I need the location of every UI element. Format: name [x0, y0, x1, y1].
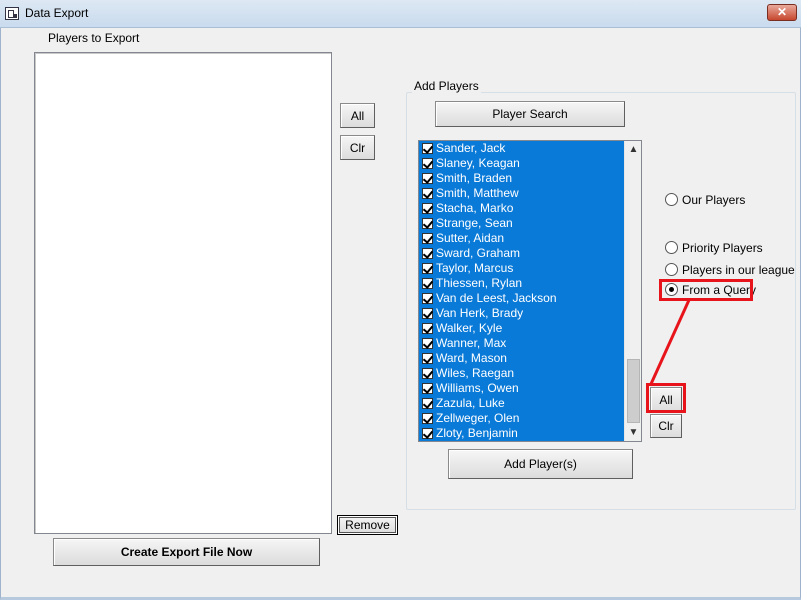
window-title: Data Export: [25, 6, 89, 20]
players-in-league-label: Players in our league: [682, 263, 795, 277]
all-left-button[interactable]: All: [340, 103, 375, 128]
player-search-button[interactable]: Player Search: [435, 101, 625, 127]
player-list-item[interactable]: Taylor, Marcus: [419, 261, 624, 276]
checkbox-checked-icon[interactable]: [422, 143, 433, 154]
checkbox-checked-icon[interactable]: [422, 428, 433, 439]
players-checklist-items: Sander, Jack Slaney, Keagan Smith, Braden S…: [419, 141, 624, 441]
title-bar: Data Export ✕: [0, 0, 801, 28]
player-name: Slaney, Keagan: [436, 156, 520, 170]
player-list-item[interactable]: Strange, Sean: [419, 216, 624, 231]
player-list-item[interactable]: Smith, Matthew: [419, 186, 624, 201]
player-name: Zloty, Benjamin: [436, 426, 518, 440]
player-name: Ward, Mason: [436, 351, 507, 365]
checkbox-checked-icon[interactable]: [422, 323, 433, 334]
checkbox-checked-icon[interactable]: [422, 338, 433, 349]
checkbox-checked-icon[interactable]: [422, 248, 433, 259]
player-name: Strange, Sean: [436, 216, 513, 230]
player-name: Sward, Graham: [436, 246, 521, 260]
player-list-item[interactable]: Walker, Kyle: [419, 321, 624, 336]
player-name: Wanner, Max: [436, 336, 507, 350]
all-button-highlight: [646, 383, 686, 413]
app-icon: [5, 7, 19, 20]
player-list-item[interactable]: Sander, Jack: [419, 141, 624, 156]
checkbox-checked-icon[interactable]: [422, 308, 433, 319]
checkbox-checked-icon[interactable]: [422, 188, 433, 199]
checkbox-checked-icon[interactable]: [422, 233, 433, 244]
players-in-league-radio[interactable]: [665, 263, 678, 276]
player-name: Stacha, Marko: [436, 201, 514, 215]
scroll-down-arrow-icon[interactable]: ▼: [625, 424, 641, 441]
player-name: Smith, Braden: [436, 171, 513, 185]
player-list-item[interactable]: Wanner, Max: [419, 336, 624, 351]
player-name: Zazula, Luke: [436, 396, 505, 410]
scrollbar-thumb[interactable]: [627, 359, 640, 423]
priority-players-radio[interactable]: [665, 241, 678, 254]
players-to-export-list[interactable]: [34, 52, 332, 534]
checkbox-checked-icon[interactable]: [422, 353, 433, 364]
checkbox-checked-icon[interactable]: [422, 203, 433, 214]
player-list-item[interactable]: Slaney, Keagan: [419, 156, 624, 171]
players-scrollbar[interactable]: ▲ ▼: [624, 141, 641, 441]
scroll-up-arrow-icon[interactable]: ▲: [625, 141, 641, 158]
player-list-item[interactable]: Ward, Mason: [419, 351, 624, 366]
checkbox-checked-icon[interactable]: [422, 368, 433, 379]
player-list-item[interactable]: Zellweger, Olen: [419, 411, 624, 426]
priority-players-label: Priority Players: [682, 241, 763, 255]
checkbox-checked-icon[interactable]: [422, 278, 433, 289]
player-name: Smith, Matthew: [436, 186, 519, 200]
player-name: Sutter, Aidan: [436, 231, 505, 245]
checkbox-checked-icon[interactable]: [422, 263, 433, 274]
player-list-item[interactable]: Thiessen, Rylan: [419, 276, 624, 291]
checkbox-checked-icon[interactable]: [422, 173, 433, 184]
checkbox-checked-icon[interactable]: [422, 293, 433, 304]
player-list-item[interactable]: Zazula, Luke: [419, 396, 624, 411]
player-name: Walker, Kyle: [436, 321, 503, 335]
checkbox-checked-icon[interactable]: [422, 383, 433, 394]
player-list-item[interactable]: Wiles, Raegan: [419, 366, 624, 381]
player-name: Taylor, Marcus: [436, 261, 514, 275]
checkbox-checked-icon[interactable]: [422, 398, 433, 409]
checkbox-checked-icon[interactable]: [422, 218, 433, 229]
checkbox-checked-icon[interactable]: [422, 158, 433, 169]
player-list-item[interactable]: Sward, Graham: [419, 246, 624, 261]
player-list-item[interactable]: Williams, Owen: [419, 381, 624, 396]
player-name: Van de Leest, Jackson: [436, 291, 557, 305]
player-name: Zellweger, Olen: [436, 411, 520, 425]
close-button[interactable]: ✕: [767, 4, 797, 21]
players-to-export-label: Players to Export: [48, 31, 140, 45]
remove-button[interactable]: Remove: [337, 515, 398, 535]
checkbox-checked-icon[interactable]: [422, 413, 433, 424]
our-players-label: Our Players: [682, 193, 746, 207]
player-name: Van Herk, Brady: [436, 306, 524, 320]
player-name: Thiessen, Rylan: [436, 276, 523, 290]
create-export-file-button[interactable]: Create Export File Now: [53, 538, 320, 566]
from-a-query-highlight: [659, 279, 753, 301]
player-name: Wiles, Raegan: [436, 366, 515, 380]
player-list-item[interactable]: Smith, Braden: [419, 171, 624, 186]
player-list-item[interactable]: Zloty, Benjamin: [419, 426, 624, 441]
player-list-item[interactable]: Sutter, Aidan: [419, 231, 624, 246]
player-list-item[interactable]: Van Herk, Brady: [419, 306, 624, 321]
add-players-button[interactable]: Add Player(s): [448, 449, 633, 479]
clr-right-button[interactable]: Clr: [650, 414, 682, 438]
player-list-item[interactable]: Stacha, Marko: [419, 201, 624, 216]
clr-left-button[interactable]: Clr: [340, 135, 375, 160]
player-list-item[interactable]: Van de Leest, Jackson: [419, 291, 624, 306]
player-name: Williams, Owen: [436, 381, 519, 395]
our-players-radio[interactable]: [665, 193, 678, 206]
add-players-group-title: Add Players: [412, 79, 481, 93]
players-checklist[interactable]: Sander, Jack Slaney, Keagan Smith, Braden S…: [418, 140, 642, 442]
player-name: Sander, Jack: [436, 141, 506, 155]
